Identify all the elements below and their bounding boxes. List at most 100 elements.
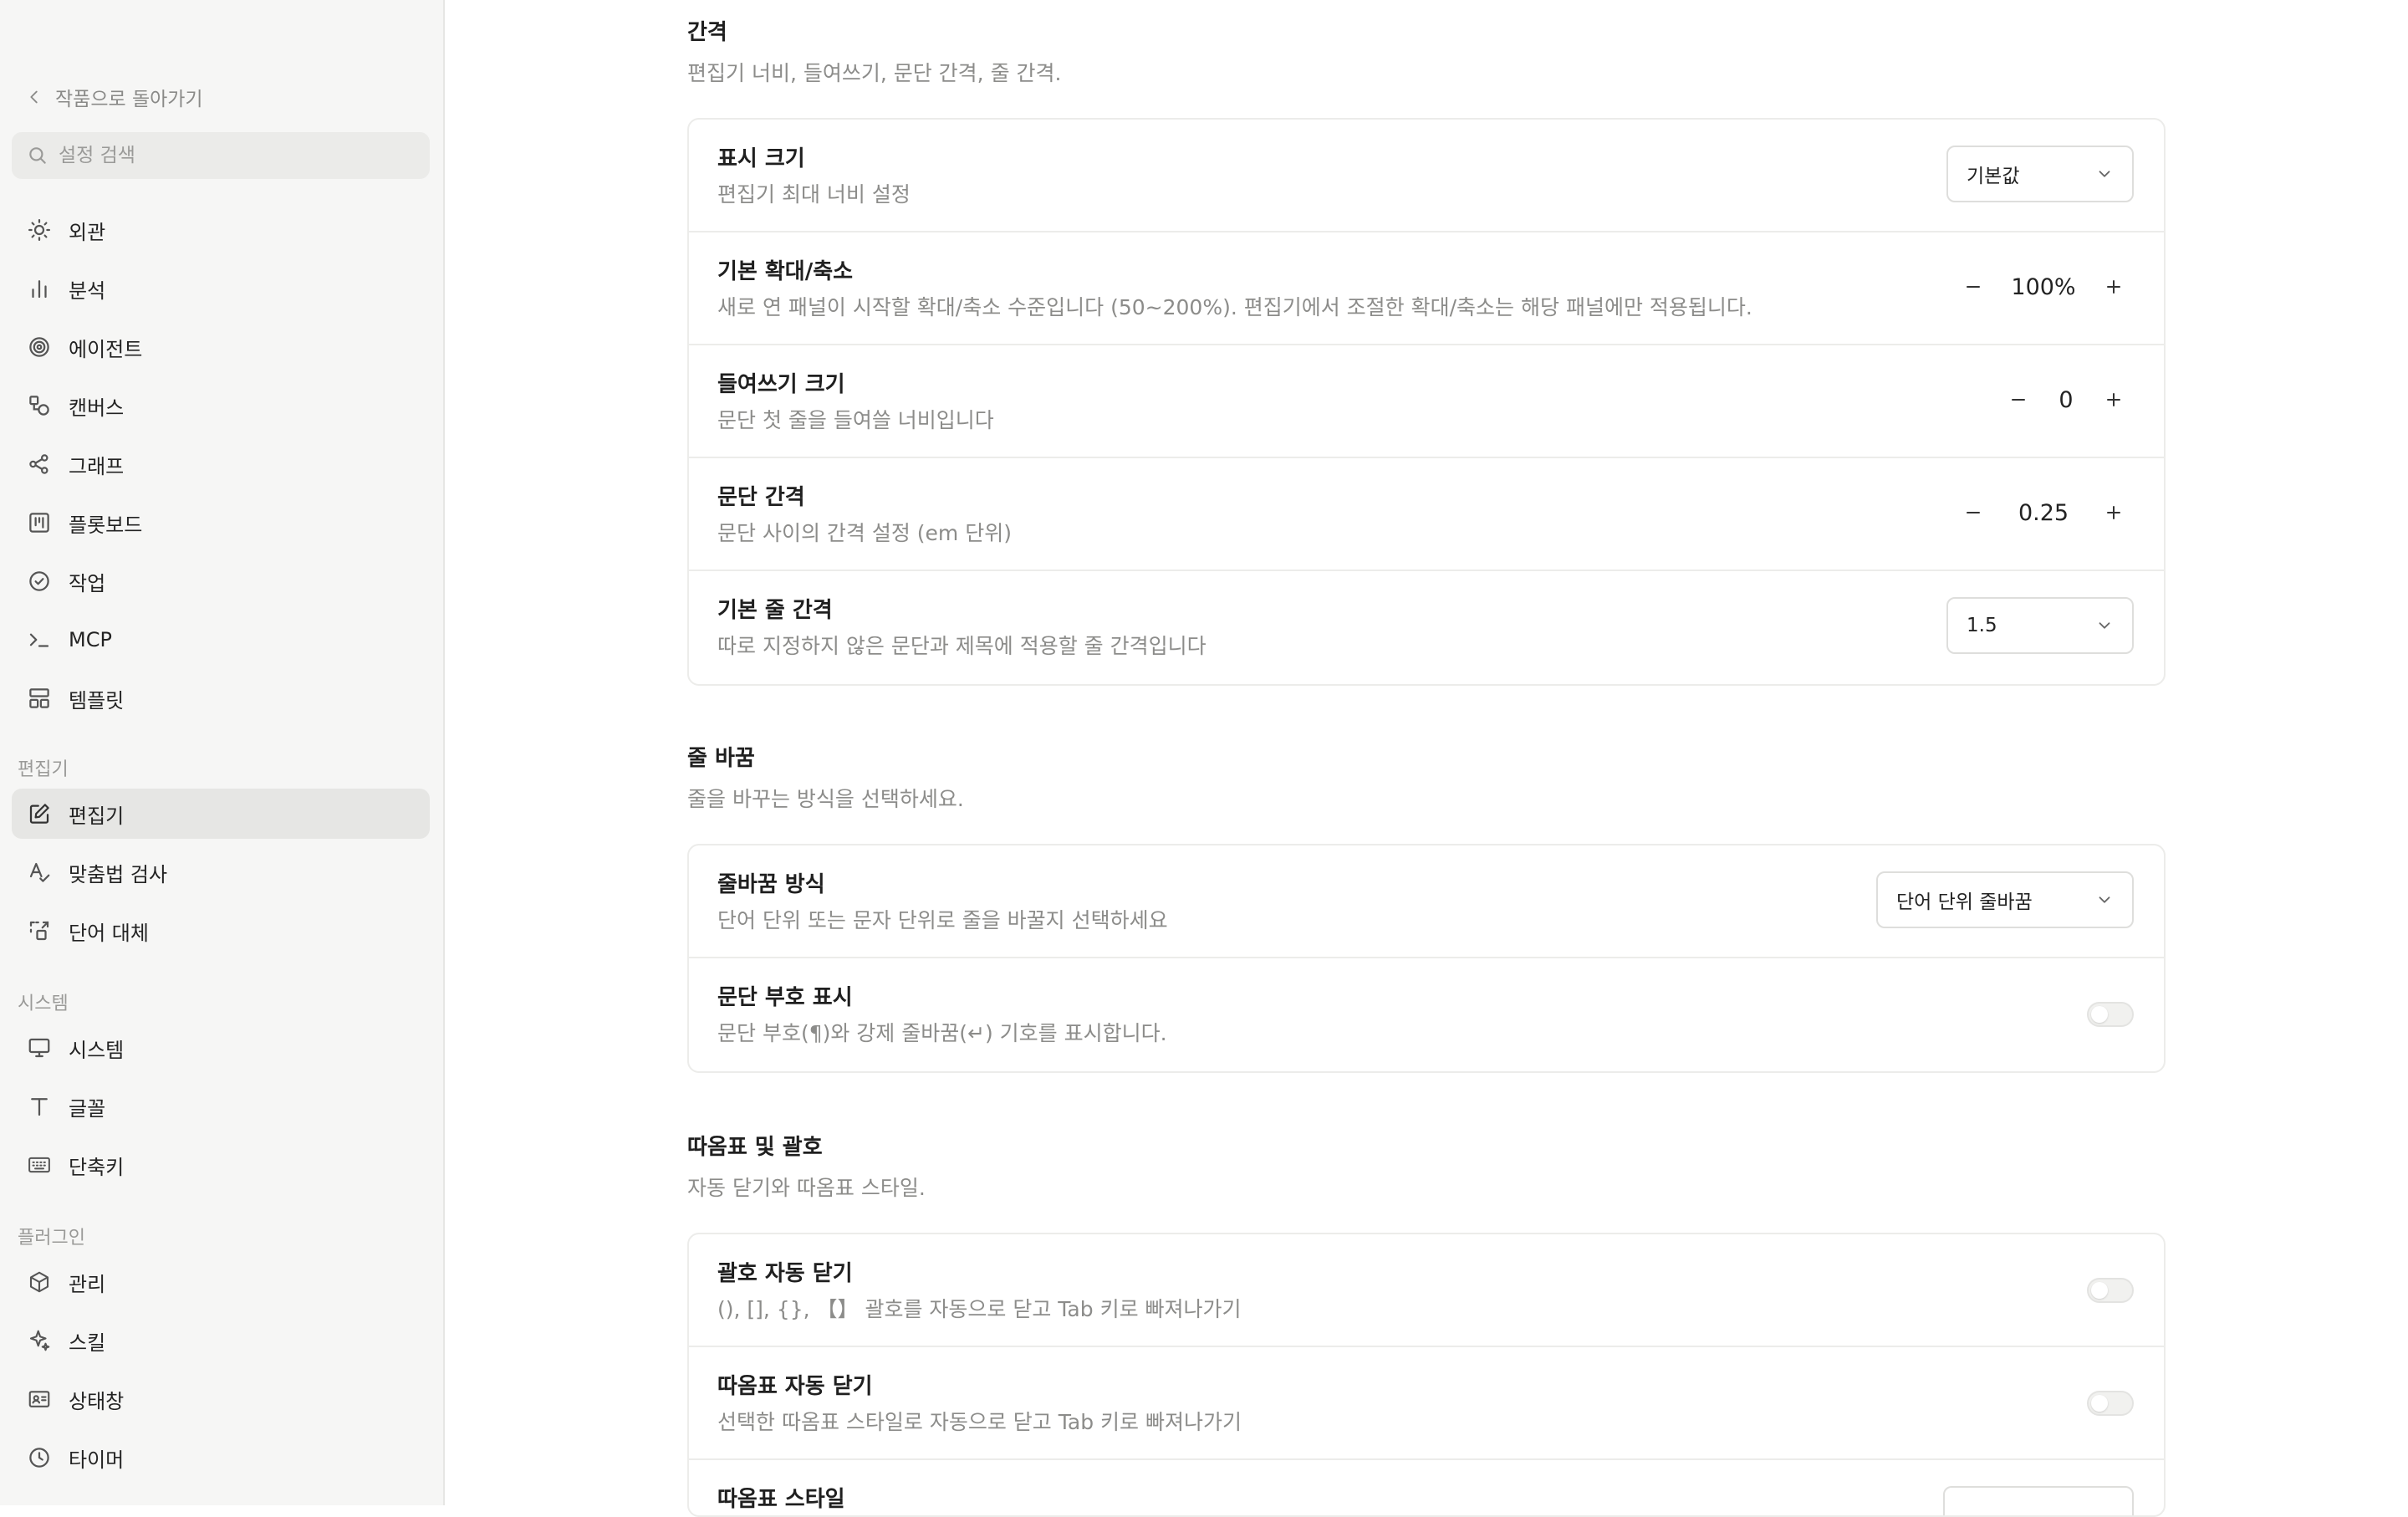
section-title-quotes: 따옴표 및 괄호 <box>687 1135 823 1160</box>
toggle-knob <box>2091 1282 2108 1299</box>
sidebar-item-fonts[interactable]: 글꼴 <box>12 1081 430 1131</box>
line-spacing-select[interactable]: 1.5 <box>1946 597 2134 654</box>
sidebar-item-label: 분석 <box>69 278 106 303</box>
setting-title: 들여쓰기 크기 <box>717 372 845 397</box>
bracket-autoclose-toggle[interactable] <box>2087 1278 2134 1303</box>
search-input[interactable] <box>57 144 411 167</box>
clock-icon <box>27 1445 52 1470</box>
sidebar-item-spellcheck[interactable]: 맞춤법 검사 <box>12 847 430 897</box>
sidebar-item-system[interactable]: 시스템 <box>12 1023 430 1073</box>
display-size-select[interactable]: 기본값 <box>1946 146 2134 202</box>
sidebar-item-plotboard[interactable]: 플롯보드 <box>12 498 430 548</box>
sidebar-item-appearance[interactable]: 외관 <box>12 205 430 255</box>
decrement-button[interactable] <box>1953 493 1993 533</box>
spellcheck-icon <box>27 860 52 885</box>
quote-style-select[interactable] <box>1943 1486 2134 1515</box>
increment-button[interactable] <box>2094 493 2134 533</box>
setting-title: 표시 크기 <box>717 146 805 171</box>
setting-title: 문단 간격 <box>717 485 805 510</box>
sidebar-item-graph[interactable]: 그래프 <box>12 439 430 489</box>
stepper-value: 100% <box>2011 273 2076 300</box>
toggle-knob <box>2091 1395 2108 1412</box>
setting-title: 따옴표 스타일 <box>717 1487 845 1512</box>
indent-stepper: 0 <box>1998 371 2134 428</box>
sidebar-item-tasks[interactable]: 작업 <box>12 556 430 606</box>
sidebar-item-label: MCP <box>69 628 112 651</box>
setting-desc: 편집기 최대 너비 설정 <box>717 182 911 207</box>
paragraph-marks-toggle[interactable] <box>2087 1002 2134 1027</box>
quote-autoclose-toggle[interactable] <box>2087 1391 2134 1416</box>
sidebar-item-label: 스킬 <box>69 1331 106 1355</box>
layout-template-icon <box>27 686 52 711</box>
setting-row-quote-autoclose: 따옴표 자동 닫기 선택한 따옴표 스타일로 자동으로 닫고 Tab 키로 빠져… <box>689 1347 2164 1460</box>
sidebar-item-label: 단축키 <box>69 1155 125 1179</box>
section-desc-wrap: 줄을 바꾸는 방식을 선택하세요. <box>687 787 964 811</box>
check-circle-icon <box>27 569 52 594</box>
keyboard-icon <box>27 1152 52 1177</box>
quotes-card: 괄호 자동 닫기 (), [], {}, 【】 괄호를 자동으로 닫고 Tab … <box>687 1233 2166 1517</box>
minus-icon <box>1967 512 1980 513</box>
sidebar-item-statusbar[interactable]: 상태창 <box>12 1374 430 1424</box>
id-card-icon <box>27 1387 52 1412</box>
monitor-icon <box>27 1035 52 1060</box>
setting-row-indent: 들여쓰기 크기 문단 첫 줄을 들여쓸 너비입니다 0 <box>689 345 2164 458</box>
wrap-card: 줄바꿈 방식 단어 단위 또는 문자 단위로 줄을 바꿀지 선택하세요 단어 단… <box>687 844 2166 1073</box>
sidebar-item-label: 템플릿 <box>69 688 125 713</box>
settings-search[interactable] <box>12 132 430 179</box>
sidebar-item-skills[interactable]: 스킬 <box>12 1315 430 1366</box>
sidebar-item-label: 타이머 <box>69 1448 125 1472</box>
section-label-system: 시스템 <box>18 993 69 1014</box>
sidebar-item-editor[interactable]: 편집기 <box>12 789 430 839</box>
chevron-down-icon <box>2099 896 2110 903</box>
toggle-knob <box>2091 1006 2108 1023</box>
select-value: 기본값 <box>1967 166 2020 187</box>
minus-icon <box>2012 399 2025 401</box>
decrement-button[interactable] <box>1953 267 1993 307</box>
section-title-wrap: 줄 바꿈 <box>687 746 755 771</box>
chevron-down-icon <box>2099 622 2110 629</box>
increment-button[interactable] <box>2094 380 2134 420</box>
section-label-editor: 편집기 <box>18 759 69 780</box>
replace-icon <box>27 918 52 943</box>
sidebar-item-mcp[interactable]: MCP <box>12 615 430 665</box>
chevron-left-icon <box>30 90 38 104</box>
setting-desc: 선택한 따옴표 스타일로 자동으로 닫고 Tab 키로 빠져나가기 <box>717 1410 1242 1434</box>
sidebar-item-label: 작업 <box>69 571 106 595</box>
setting-row-zoom: 기본 확대/축소 새로 연 패널이 시작할 확대/축소 수준입니다 (50~20… <box>689 232 2164 345</box>
setting-title: 문단 부호 표시 <box>717 985 853 1010</box>
sidebar-item-canvas[interactable]: 캔버스 <box>12 381 430 431</box>
sidebar-item-shortcuts[interactable]: 단축키 <box>12 1140 430 1190</box>
sidebar-item-label: 플롯보드 <box>69 513 143 537</box>
sidebar-item-timer[interactable]: 타이머 <box>12 1433 430 1483</box>
setting-title: 줄바꿈 방식 <box>717 872 825 897</box>
sidebar-item-word-replace[interactable]: 단어 대체 <box>12 906 430 956</box>
setting-desc: 문단 부호(¶)와 강제 줄바꿈(↵) 기호를 표시합니다. <box>717 1021 1167 1045</box>
sidebar-item-templates[interactable]: 템플릿 <box>12 673 430 723</box>
sidebar-item-agent[interactable]: 에이전트 <box>12 322 430 372</box>
sidebar-item-label: 맞춤법 검사 <box>69 862 168 886</box>
setting-desc: 새로 연 패널이 시작할 확대/축소 수준입니다 (50~200%). 편집기에… <box>717 295 1752 319</box>
settings-sidebar: 작품으로 돌아가기 외관 분석 에이전트 캔버스 그래프 플롯보드 작업 MCP… <box>0 0 445 1505</box>
sun-icon <box>27 217 52 243</box>
wrap-mode-select[interactable]: 단어 단위 줄바꿈 <box>1876 871 2134 928</box>
plus-icon <box>2107 280 2120 294</box>
setting-row-paragraph-spacing: 문단 간격 문단 사이의 간격 설정 (em 단위) 0.25 <box>689 458 2164 571</box>
sidebar-item-label: 단어 대체 <box>69 921 149 945</box>
sidebar-item-label: 편집기 <box>69 804 125 828</box>
chevron-down-icon <box>2099 171 2110 177</box>
sidebar-item-label: 캔버스 <box>69 396 125 420</box>
sidebar-item-label: 상태창 <box>69 1389 125 1413</box>
setting-title: 괄호 자동 닫기 <box>717 1261 853 1286</box>
increment-button[interactable] <box>2094 267 2134 307</box>
sidebar-item-manage[interactable]: 관리 <box>12 1257 430 1307</box>
sidebar-item-analytics[interactable]: 분석 <box>12 263 430 314</box>
decrement-button[interactable] <box>1998 380 2038 420</box>
back-to-works-link[interactable]: 작품으로 돌아가기 <box>25 80 203 114</box>
sidebar-item-label: 글꼴 <box>69 1096 106 1121</box>
section-title-spacing: 간격 <box>687 20 727 45</box>
setting-row-display-size: 표시 크기 편집기 최대 너비 설정 기본값 <box>689 120 2164 232</box>
setting-title: 기본 줄 간격 <box>717 598 833 623</box>
spacing-card: 표시 크기 편집기 최대 너비 설정 기본값 기본 확대/축소 새로 연 패널이… <box>687 118 2166 686</box>
sidebar-item-label: 외관 <box>69 220 106 244</box>
section-label-plugins: 플러그인 <box>18 1228 85 1249</box>
